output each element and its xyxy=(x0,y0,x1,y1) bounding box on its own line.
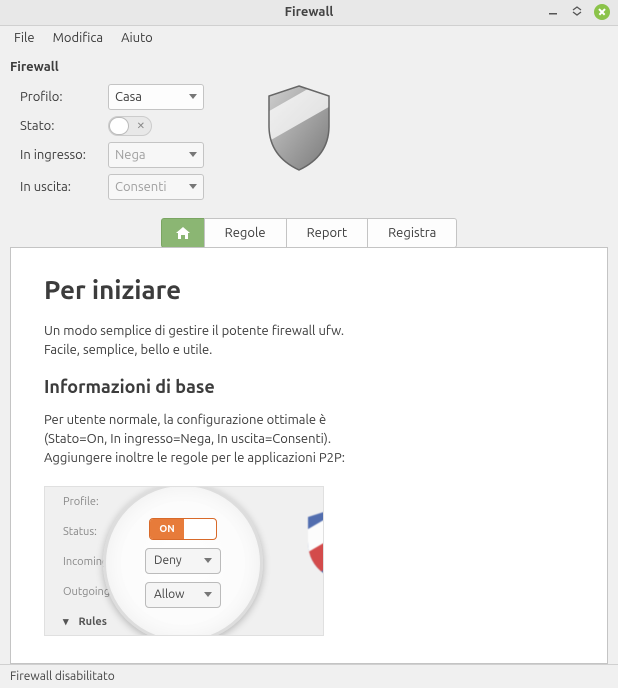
tab-home[interactable] xyxy=(161,218,205,248)
illus-deny-dropdown: Deny xyxy=(145,548,221,574)
window-controls xyxy=(546,4,618,20)
incoming-label: In ingresso: xyxy=(20,148,100,162)
titlebar: Firewall xyxy=(0,0,618,26)
close-button[interactable] xyxy=(594,4,610,20)
tabs: Regole Report Registra xyxy=(10,218,608,248)
settings-row: Profilo: Casa Stato: ✕ In ingresso: Nega… xyxy=(10,84,608,200)
statusbar: Firewall disabilitato xyxy=(0,664,618,688)
profile-value: Casa xyxy=(115,90,142,104)
intro-body: Un modo semplice di gestire il potente f… xyxy=(44,322,364,360)
chevron-down-icon xyxy=(189,184,197,189)
chevron-down-icon xyxy=(189,94,197,99)
basics-heading: Informazioni di base xyxy=(44,377,574,397)
status-toggle[interactable]: ✕ xyxy=(108,116,152,136)
window-title: Firewall xyxy=(0,5,618,19)
home-icon xyxy=(175,226,191,240)
outgoing-value: Consenti xyxy=(115,180,167,194)
menu-help[interactable]: Aiuto xyxy=(113,27,161,49)
illus-on-toggle: ON xyxy=(149,518,217,540)
menu-file[interactable]: File xyxy=(6,27,43,49)
profile-dropdown[interactable]: Casa xyxy=(108,84,204,110)
toggle-off-icon: ✕ xyxy=(137,120,145,132)
illus-allow-dropdown: Allow xyxy=(145,582,221,608)
settings-grid: Profilo: Casa Stato: ✕ In ingresso: Nega… xyxy=(10,84,204,200)
tab-log[interactable]: Registra xyxy=(367,218,457,248)
profile-label: Profilo: xyxy=(20,90,100,104)
minimize-button[interactable] xyxy=(546,4,560,18)
panel-wrap: Per iniziare Un modo semplice di gestire… xyxy=(10,247,608,664)
illustration: Profile: Status: Incoming: Outgoing: ▾ R… xyxy=(44,486,324,636)
toggle-knob xyxy=(109,117,129,135)
status-text: Firewall disabilitato xyxy=(10,670,115,683)
tab-report[interactable]: Report xyxy=(286,218,369,248)
home-panel[interactable]: Per iniziare Un modo semplice di gestire… xyxy=(14,251,604,660)
chevron-down-icon xyxy=(189,152,197,157)
section-title: Firewall xyxy=(10,60,608,74)
status-label: Stato: xyxy=(20,119,100,133)
intro-heading: Per iniziare xyxy=(44,275,574,304)
outgoing-label: In uscita: xyxy=(20,180,100,194)
outgoing-dropdown[interactable]: Consenti xyxy=(108,174,204,200)
content-area: Firewall Profilo: Casa Stato: ✕ In ingre… xyxy=(0,50,618,664)
mini-shield-icon xyxy=(303,507,324,582)
basics-body: Per utente normale, la configurazione ot… xyxy=(44,411,364,468)
incoming-dropdown[interactable]: Nega xyxy=(108,142,204,168)
shield-icon xyxy=(264,84,334,174)
incoming-value: Nega xyxy=(115,148,146,162)
illustration-lens: ON Deny Allow xyxy=(103,486,263,636)
tab-rules[interactable]: Regole xyxy=(204,218,287,248)
menu-edit[interactable]: Modifica xyxy=(45,27,111,49)
menubar: File Modifica Aiuto xyxy=(0,26,618,50)
maximize-button[interactable] xyxy=(570,4,584,18)
